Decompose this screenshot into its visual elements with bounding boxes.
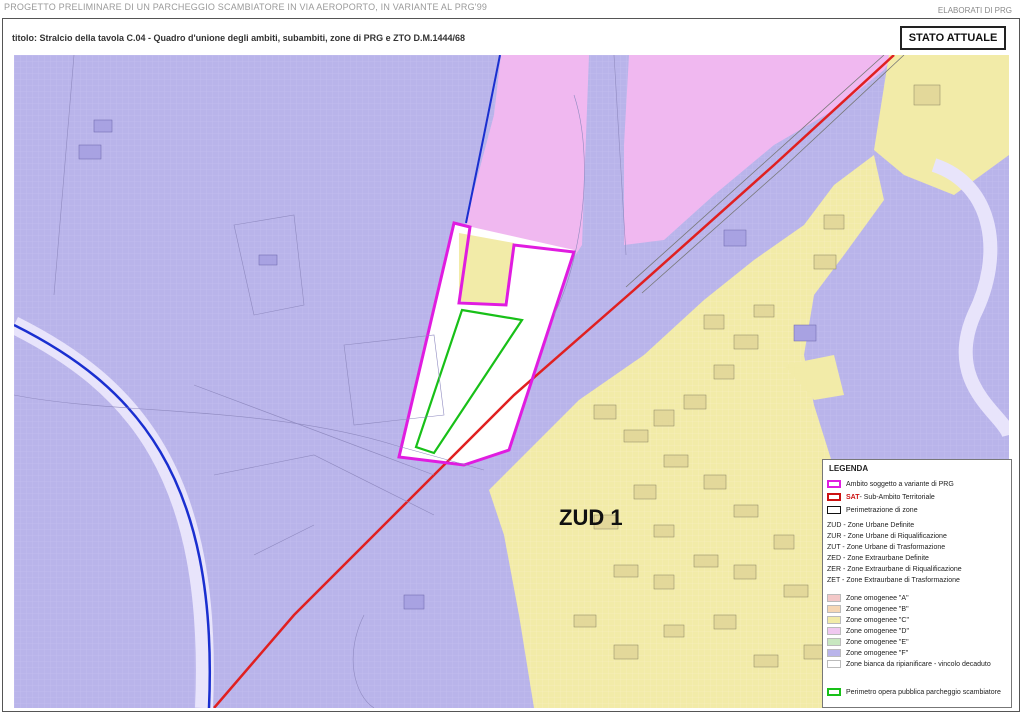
legend-item-zone-e: Zone omogenee "E" <box>827 638 909 646</box>
legend-item-perimetro-green: Perimetro opera pubblica parcheggio scam… <box>827 688 1001 696</box>
red-swatch-icon <box>827 493 841 501</box>
zone-e-swatch-icon <box>827 638 841 646</box>
legend-item-zone-a: Zone omogenee "A" <box>827 594 909 602</box>
project-title: PROGETTO PRELIMINARE DI UN PARCHEGGIO SC… <box>4 2 488 12</box>
legend-item-ambito: Ambito soggetto a variante di PRG <box>827 480 954 488</box>
green-swatch-icon <box>827 688 841 696</box>
legend-item-zud: ZUD - Zone Urbane Definite <box>827 522 915 529</box>
legend-title: LEGENDA <box>829 464 869 473</box>
legend-item-zer: ZER - Zone Extraurbane di Riqualificazio… <box>827 566 962 573</box>
zone-f-swatch-icon <box>827 649 841 657</box>
magenta-swatch-icon <box>827 480 841 488</box>
zone-bianca-swatch-icon <box>827 660 841 668</box>
legend-item-zone-c: Zone omogenee "C" <box>827 616 909 624</box>
sheet-subtitle: titolo: Stralcio della tavola C.04 - Qua… <box>12 33 466 43</box>
status-box: STATO ATTUALE <box>900 26 1006 50</box>
legend-item-zed: ZED - Zone Extraurbane Definite <box>827 555 929 562</box>
document-type: ELABORATI DI PRG <box>937 6 1012 15</box>
legend-item-zut: ZUT - Zone Urbane di Trasformazione <box>827 544 946 551</box>
zone-label-zud1: ZUD 1 <box>559 505 623 530</box>
legend-item-zone-bianca: Zone bianca da ripianificare - vincolo d… <box>827 660 991 668</box>
legend-item-perimetrazione: Perimetrazione di zone <box>827 506 918 514</box>
black-swatch-icon <box>827 506 841 514</box>
zone-a-swatch-icon <box>827 594 841 602</box>
legend-item-sat: SAT - Sub-Ambito Territoriale <box>827 493 935 501</box>
legend-item-zet: ZET - Zone Extraurbane di Trasformazione <box>827 577 960 584</box>
legend-item-zone-f: Zone omogenee "F" <box>827 649 908 657</box>
zone-d-swatch-icon <box>827 627 841 635</box>
legend-item-zur: ZUR - Zone Urbane di Riqualificazione <box>827 533 947 540</box>
zone-c-swatch-icon <box>827 616 841 624</box>
map-legend: LEGENDA Ambito soggetto a variante di PR… <box>822 459 1012 708</box>
zone-b-swatch-icon <box>827 605 841 613</box>
legend-item-zone-d: Zone omogenee "D" <box>827 627 909 635</box>
legend-item-zone-b: Zone omogenee "B" <box>827 605 909 613</box>
